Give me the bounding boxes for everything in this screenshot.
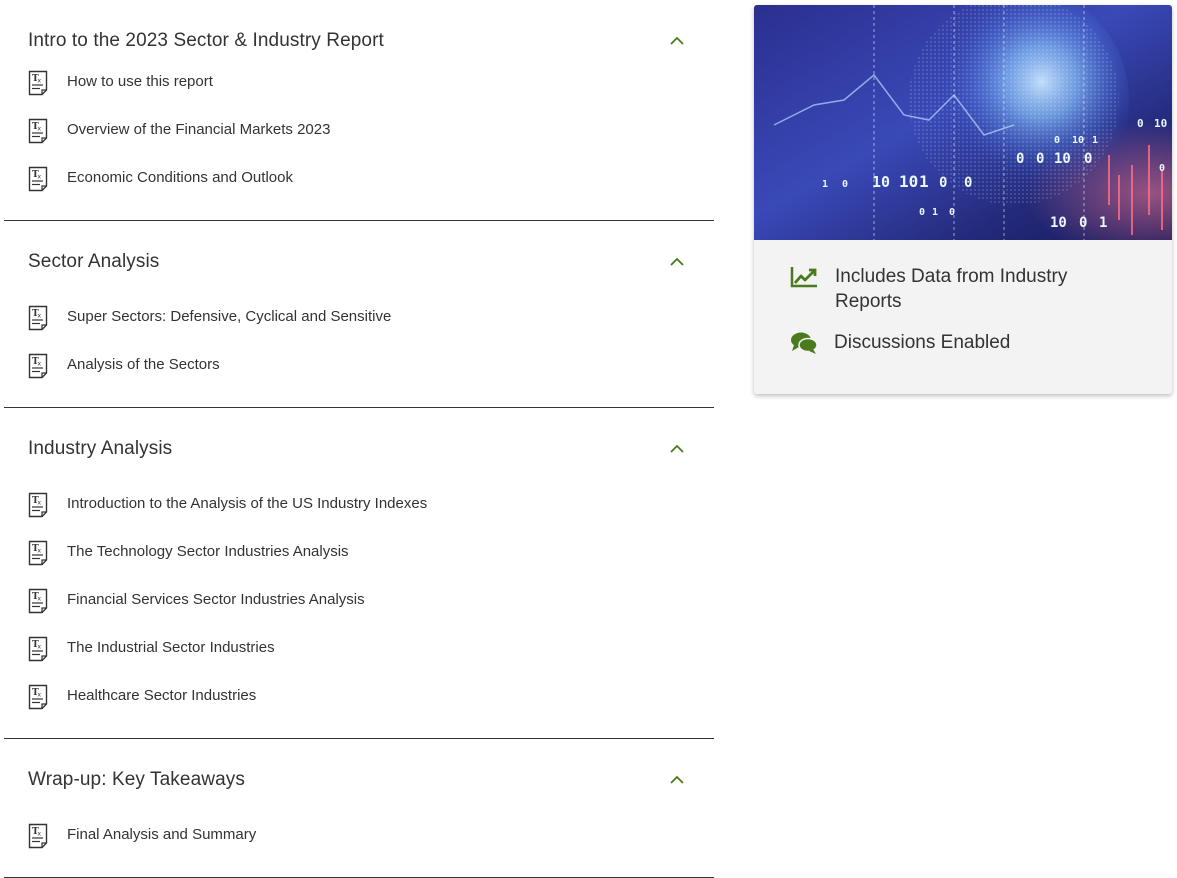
svg-text:x: x xyxy=(38,174,42,181)
svg-text:0: 0 xyxy=(1159,163,1165,174)
svg-text:1: 1 xyxy=(919,172,929,191)
lesson-title: Healthcare Sector Industries xyxy=(67,687,257,704)
lesson-item[interactable]: Tx Overview of the Financial Markets 2023 xyxy=(4,116,714,164)
svg-text:0: 0 xyxy=(1084,151,1092,167)
lesson-item[interactable]: Tx The Technology Sector Industries Analy… xyxy=(4,538,714,586)
section-title: Industry Analysis xyxy=(28,438,173,459)
section-title: Sector Analysis xyxy=(28,251,160,272)
lesson-title: Final Analysis and Summary xyxy=(67,826,257,843)
svg-text:1: 1 xyxy=(1092,135,1098,146)
chat-bubbles-icon xyxy=(791,332,818,354)
svg-text:10: 10 xyxy=(1054,151,1071,167)
line-chart-icon xyxy=(790,267,817,288)
svg-text:x: x xyxy=(38,361,42,368)
svg-text:0: 0 xyxy=(1079,215,1087,231)
svg-text:1: 1 xyxy=(1099,215,1107,231)
svg-text:1: 1 xyxy=(932,207,938,218)
section-header[interactable]: Wrap-up: Key Takeaways xyxy=(4,739,714,821)
lesson-item[interactable]: Tx Financial Services Sector Industries A… xyxy=(4,586,714,634)
feature-label: Includes Data from Industry Reports xyxy=(835,266,1068,312)
lesson-item[interactable]: Tx How to use this report xyxy=(4,68,714,116)
feature-discussions: Discussions Enabled xyxy=(790,330,1150,356)
course-banner-image: 0 10 0 10 1 0 0 10 0 0 10 1 0 0 10 1 0 0… xyxy=(754,5,1172,240)
text-document-icon: Tx xyxy=(28,353,48,379)
chevron-up-icon[interactable] xyxy=(668,255,686,267)
lesson-item[interactable]: Tx The Industrial Sector Industries xyxy=(4,634,714,682)
svg-text:0: 0 xyxy=(919,207,925,218)
lesson-title: Analysis of the Sectors xyxy=(67,356,220,373)
lesson-item[interactable]: Tx Final Analysis and Summary xyxy=(4,821,714,869)
svg-text:10: 10 xyxy=(899,172,918,191)
svg-text:0: 0 xyxy=(842,179,848,190)
lesson-title: Super Sectors: Defensive, Cyclical and S… xyxy=(67,308,392,325)
lesson-item[interactable]: Tx Healthcare Sector Industries xyxy=(4,682,714,730)
outline-section: Intro to the 2023 Sector & Industry Repo… xyxy=(4,0,714,221)
section-header[interactable]: Industry Analysis xyxy=(4,408,714,490)
svg-text:x: x xyxy=(38,548,42,555)
svg-text:0: 0 xyxy=(1054,135,1060,146)
svg-text:0: 0 xyxy=(939,175,947,191)
lesson-title: Financial Services Sector Industries Ana… xyxy=(67,591,365,608)
svg-text:10: 10 xyxy=(1154,117,1167,130)
svg-text:x: x xyxy=(38,692,42,699)
outline-section: Industry Analysis Tx Introduction to the A… xyxy=(4,408,714,739)
lesson-item[interactable]: Tx Economic Conditions and Outlook xyxy=(4,164,714,212)
svg-text:0: 0 xyxy=(964,175,972,191)
svg-text:x: x xyxy=(38,500,42,507)
svg-text:1: 1 xyxy=(822,179,828,190)
lesson-title: Introduction to the Analysis of the US I… xyxy=(67,495,428,512)
text-document-icon: Tx xyxy=(28,588,48,614)
svg-text:x: x xyxy=(38,644,42,651)
lesson-title: Economic Conditions and Outlook xyxy=(67,169,293,186)
svg-text:0: 0 xyxy=(1036,151,1044,167)
chevron-up-icon[interactable] xyxy=(668,773,686,785)
svg-text:10: 10 xyxy=(1050,215,1067,231)
lesson-title: How to use this report xyxy=(67,73,213,90)
outline-section: Sector Analysis Tx Super Sectors: Defensiv… xyxy=(4,221,714,408)
lesson-list: Tx Super Sectors: Defensive, Cyclical and… xyxy=(4,303,714,407)
text-document-icon: Tx xyxy=(28,540,48,566)
chevron-up-icon[interactable] xyxy=(668,34,686,46)
lesson-item[interactable]: Tx Super Sectors: Defensive, Cyclical and… xyxy=(4,303,714,351)
svg-text:10: 10 xyxy=(1072,135,1084,146)
feature-label: Discussions Enabled xyxy=(834,332,1011,353)
lesson-list: Tx Final Analysis and Summary xyxy=(4,821,714,877)
svg-text:10: 10 xyxy=(872,173,890,191)
lesson-item[interactable]: Tx Introduction to the Analysis of the US… xyxy=(4,490,714,538)
course-outline: Intro to the 2023 Sector & Industry Repo… xyxy=(4,0,714,878)
text-document-icon: Tx xyxy=(28,636,48,662)
section-title: Wrap-up: Key Takeaways xyxy=(28,769,245,790)
text-document-icon: Tx xyxy=(28,118,48,144)
text-document-icon: Tx xyxy=(28,684,48,710)
text-document-icon: Tx xyxy=(28,305,48,331)
outline-section: Wrap-up: Key Takeaways Tx Final Analysis a… xyxy=(4,739,714,878)
lesson-title: The Industrial Sector Industries xyxy=(67,639,275,656)
feature-industry-data: Includes Data from Industry Reports xyxy=(790,264,1150,316)
lesson-item[interactable]: Tx Analysis of the Sectors xyxy=(4,351,714,399)
chevron-up-icon[interactable] xyxy=(668,442,686,454)
course-info-card: 0 10 0 10 1 0 0 10 0 0 10 1 0 0 10 1 0 0… xyxy=(754,5,1172,394)
svg-text:x: x xyxy=(38,78,42,85)
text-document-icon: Tx xyxy=(28,823,48,849)
text-document-icon: Tx xyxy=(28,492,48,518)
section-header[interactable]: Sector Analysis xyxy=(4,221,714,303)
lesson-title: Overview of the Financial Markets 2023 xyxy=(67,121,331,138)
svg-text:0: 0 xyxy=(949,207,955,218)
lesson-title: The Technology Sector Industries Analysi… xyxy=(67,543,349,560)
text-document-icon: Tx xyxy=(28,166,48,192)
lesson-list: Tx Introduction to the Analysis of the US… xyxy=(4,490,714,738)
svg-text:0: 0 xyxy=(1016,151,1024,167)
svg-text:x: x xyxy=(38,126,42,133)
svg-text:x: x xyxy=(38,596,42,603)
text-document-icon: Tx xyxy=(28,70,48,96)
lesson-list: Tx How to use this report Tx Overview of th… xyxy=(4,68,714,220)
svg-text:x: x xyxy=(38,831,42,838)
section-header[interactable]: Intro to the 2023 Sector & Industry Repo… xyxy=(4,0,714,68)
svg-text:x: x xyxy=(38,313,42,320)
section-title: Intro to the 2023 Sector & Industry Repo… xyxy=(28,30,384,51)
svg-text:0: 0 xyxy=(1137,117,1144,130)
